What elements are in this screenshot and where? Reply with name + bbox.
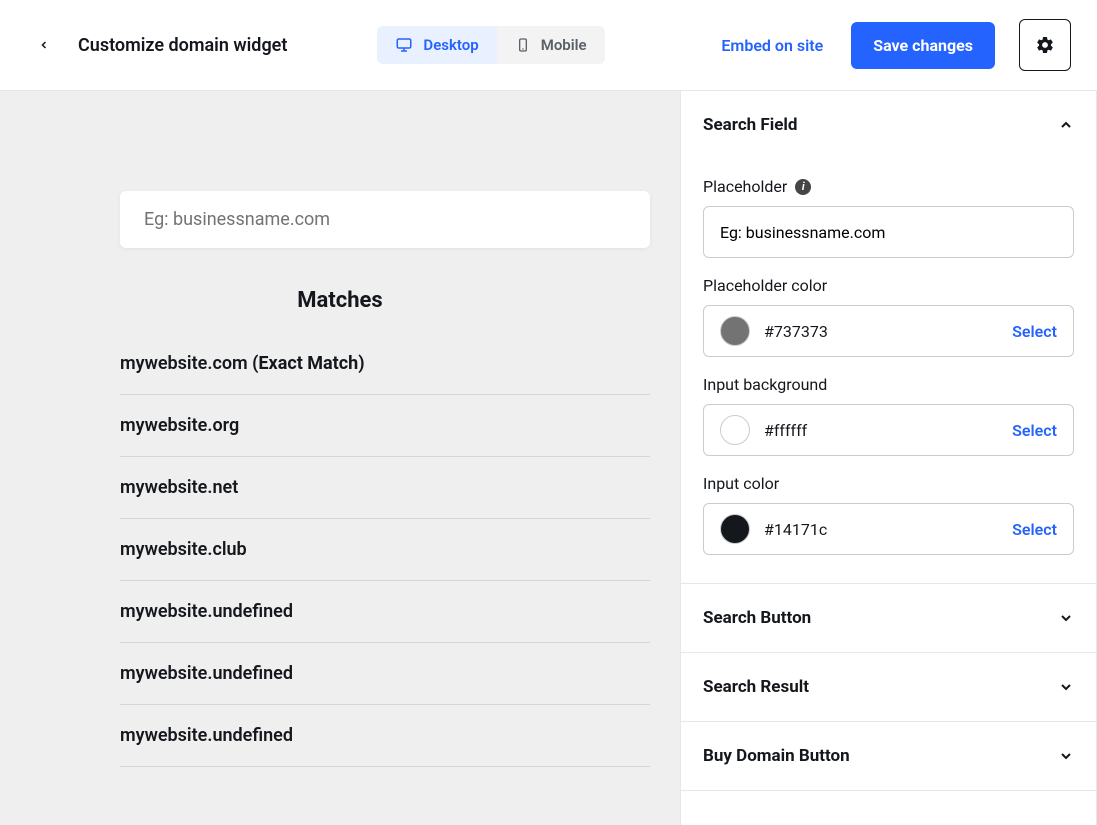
match-domain: mywebsite.club [120, 539, 247, 560]
gear-icon [1035, 35, 1055, 55]
embed-link[interactable]: Embed on site [721, 36, 823, 55]
view-desktop-tab[interactable]: Desktop [377, 26, 496, 64]
section-search-field-title: Search Field [703, 115, 798, 135]
match-row[interactable]: mywebsite.club [120, 519, 650, 581]
match-list: mywebsite.com (Exact Match) mywebsite.org… [120, 333, 650, 767]
preview-search-input[interactable]: Eg: businessname.com [120, 191, 650, 248]
placeholder-color-value: #737373 [764, 322, 998, 341]
preview-pane: Eg: businessname.com Matches mywebsite.c… [0, 91, 680, 825]
input-color-label: Input color [703, 474, 1074, 493]
match-row[interactable]: mywebsite.undefined [120, 581, 650, 643]
input-bg-value: #ffffff [764, 421, 998, 440]
match-row[interactable]: mywebsite.undefined [120, 643, 650, 705]
page-title: Customize domain widget [78, 35, 287, 56]
match-row[interactable]: mywebsite.net [120, 457, 650, 519]
section-buy-domain-title: Buy Domain Button [703, 746, 850, 766]
body: Eg: businessname.com Matches mywebsite.c… [0, 90, 1097, 825]
match-domain: mywebsite.undefined [120, 663, 293, 684]
info-icon[interactable]: i [795, 179, 811, 195]
view-desktop-label: Desktop [423, 36, 478, 54]
save-button[interactable]: Save changes [851, 22, 995, 69]
input-bg-label: Input background [703, 375, 1074, 394]
placeholder-color-select[interactable]: Select [1012, 322, 1057, 341]
match-domain: mywebsite.org [120, 415, 239, 436]
desktop-icon [395, 36, 413, 54]
match-row[interactable]: mywebsite.undefined [120, 705, 650, 767]
input-color-swatch [720, 514, 750, 544]
input-color-select[interactable]: Select [1012, 520, 1057, 539]
chevron-down-icon [1058, 679, 1074, 695]
placeholder-color-swatch [720, 316, 750, 346]
chevron-down-icon [1058, 610, 1074, 626]
section-search-field-header[interactable]: Search Field [681, 91, 1096, 159]
view-mobile-tab[interactable]: Mobile [497, 26, 605, 64]
view-mobile-label: Mobile [541, 36, 587, 54]
chevron-left-icon [38, 38, 50, 52]
mobile-icon [515, 37, 531, 53]
match-row[interactable]: mywebsite.com (Exact Match) [120, 333, 650, 395]
match-extra: (Exact Match) [252, 353, 364, 374]
placeholder-color-row: #737373 Select [703, 305, 1074, 357]
section-search-result: Search Result [681, 653, 1096, 722]
settings-button[interactable] [1019, 19, 1071, 71]
section-buy-domain-header[interactable]: Buy Domain Button [681, 722, 1096, 790]
view-toggle: Desktop Mobile [377, 26, 604, 64]
match-domain: mywebsite.com [120, 353, 252, 374]
input-bg-row: #ffffff Select [703, 404, 1074, 456]
placeholder-color-label: Placeholder color [703, 276, 1074, 295]
section-search-button-title: Search Button [703, 608, 811, 628]
placeholder-input[interactable] [703, 206, 1074, 258]
input-color-value: #14171c [764, 520, 998, 539]
input-color-row: #14171c Select [703, 503, 1074, 555]
section-search-button: Search Button [681, 584, 1096, 653]
input-bg-select[interactable]: Select [1012, 421, 1057, 440]
section-search-result-header[interactable]: Search Result [681, 653, 1096, 721]
section-search-field-body: Placeholder i Placeholder color #737373 … [681, 177, 1096, 583]
chevron-down-icon [1058, 748, 1074, 764]
placeholder-label: Placeholder i [703, 177, 1074, 196]
side-panel: Search Field Placeholder i Placeholder c… [680, 91, 1097, 825]
match-domain: mywebsite.undefined [120, 725, 293, 746]
section-buy-domain: Buy Domain Button [681, 722, 1096, 791]
match-domain: mywebsite.net [120, 477, 238, 498]
top-header: Customize domain widget Desktop Mobile E… [0, 0, 1097, 90]
section-search-result-title: Search Result [703, 677, 809, 697]
matches-heading: Matches [0, 288, 680, 313]
section-search-field: Search Field Placeholder i Placeholder c… [681, 91, 1096, 584]
back-button[interactable] [26, 27, 62, 63]
chevron-up-icon [1058, 117, 1074, 133]
match-domain: mywebsite.undefined [120, 601, 293, 622]
match-row[interactable]: mywebsite.org [120, 395, 650, 457]
section-search-button-header[interactable]: Search Button [681, 584, 1096, 652]
input-bg-swatch [720, 415, 750, 445]
